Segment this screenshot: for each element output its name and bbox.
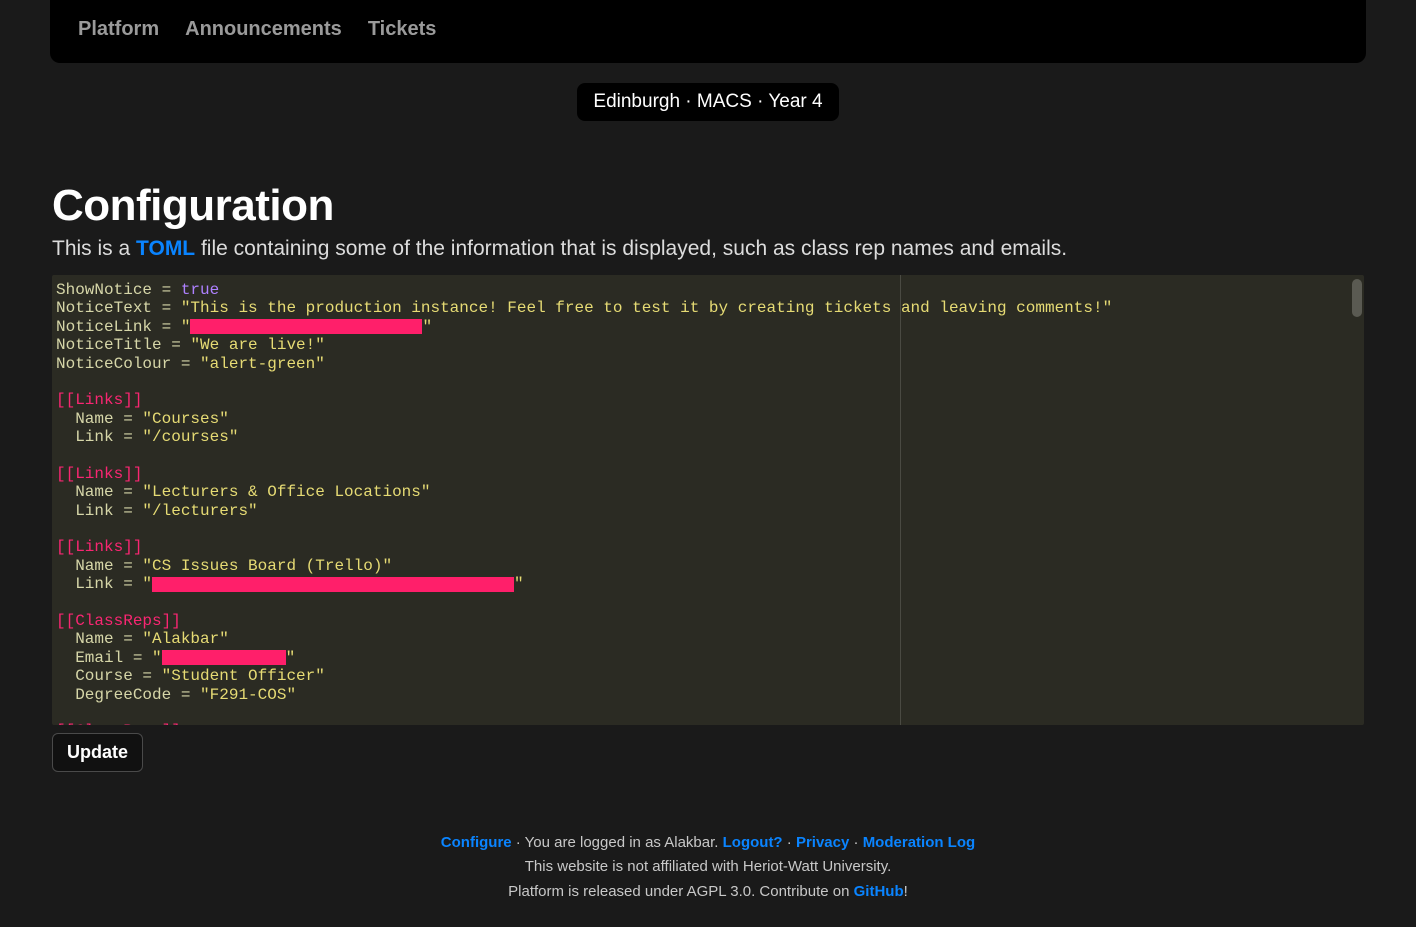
editor-scrollbar[interactable]	[1352, 279, 1362, 317]
page-title: Configuration	[52, 181, 1364, 231]
footer-modlog-link[interactable]: Moderation Log	[863, 834, 976, 851]
footer: Configure · You are logged in as Alakbar…	[0, 830, 1416, 904]
toml-editor[interactable]: ShowNotice = true NoticeText = "This is …	[52, 275, 1364, 725]
editor-ruler	[900, 275, 901, 725]
footer-logged-in: · You are logged in as Alakbar.	[512, 834, 723, 851]
toml-code[interactable]: ShowNotice = true NoticeText = "This is …	[52, 275, 1364, 725]
nav-announcements[interactable]: Announcements	[185, 18, 342, 41]
top-navbar: Platform Announcements Tickets	[50, 0, 1366, 63]
footer-license-text: Platform is released under AGPL 3.0. Con…	[508, 883, 853, 900]
nav-platform[interactable]: Platform	[78, 18, 159, 41]
toml-link[interactable]: TOML	[136, 237, 195, 260]
redacted-trello-link	[152, 577, 514, 592]
nav-tickets[interactable]: Tickets	[368, 18, 437, 41]
footer-configure-link[interactable]: Configure	[441, 834, 512, 851]
redacted-notice-link	[190, 319, 422, 334]
desc-prefix: This is a	[52, 237, 136, 260]
footer-disclaimer: This website is not affiliated with Heri…	[0, 856, 1416, 879]
redacted-email	[162, 650, 286, 665]
footer-github-link[interactable]: GitHub	[854, 883, 904, 900]
footer-logout-link[interactable]: Logout?	[723, 834, 783, 851]
desc-suffix: file containing some of the information …	[195, 237, 1067, 260]
footer-privacy-link[interactable]: Privacy	[796, 834, 849, 851]
context-pill[interactable]: Edinburgh · MACS · Year 4	[577, 83, 838, 121]
page-description: This is a TOML file containing some of t…	[52, 237, 1364, 261]
update-button[interactable]: Update	[52, 733, 143, 772]
